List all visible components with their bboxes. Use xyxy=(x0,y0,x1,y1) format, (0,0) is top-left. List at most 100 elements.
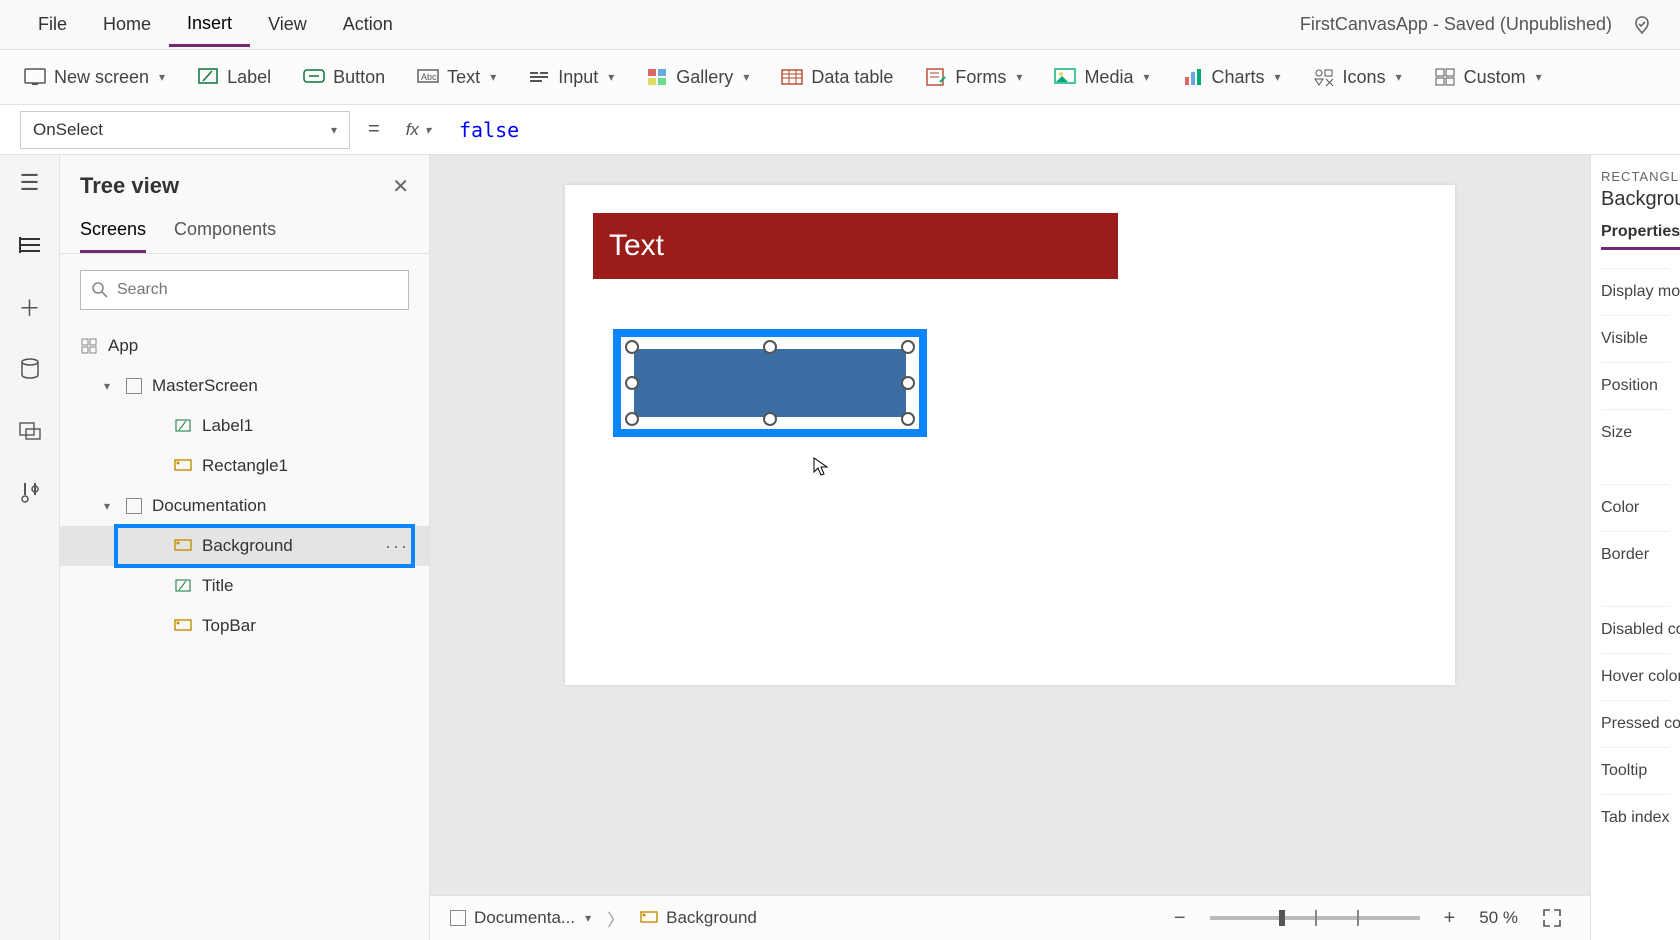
menu-file[interactable]: File xyxy=(20,4,85,45)
menu-home[interactable]: Home xyxy=(85,4,169,45)
fullscreen-icon[interactable] xyxy=(1534,908,1570,928)
tree-search-input[interactable] xyxy=(117,281,398,299)
tab-components[interactable]: Components xyxy=(174,211,276,253)
zoom-thumb[interactable] xyxy=(1279,910,1285,926)
search-icon xyxy=(91,281,109,299)
chevron-down-icon: ▾ xyxy=(425,123,431,137)
gallery-icon xyxy=(646,66,668,88)
tree-view-icon[interactable] xyxy=(12,227,48,263)
app-checker-icon[interactable] xyxy=(1624,7,1660,43)
left-rail: ☰ ＋ xyxy=(0,155,60,940)
resize-handle[interactable] xyxy=(625,340,639,354)
prop-border[interactable]: Border xyxy=(1601,531,1670,578)
prop-color[interactable]: Color xyxy=(1601,484,1670,531)
control-name-label[interactable]: Backgroun xyxy=(1601,188,1670,211)
label-icon xyxy=(197,66,219,88)
ribbon-custom[interactable]: Custom ▾ xyxy=(1430,60,1546,94)
prop-size[interactable]: Size xyxy=(1601,409,1670,456)
resize-handle[interactable] xyxy=(901,412,915,426)
canvas[interactable]: Text xyxy=(565,185,1455,685)
ribbon-media[interactable]: Media ▾ xyxy=(1050,60,1153,94)
resize-handle[interactable] xyxy=(763,340,777,354)
equals-sign: = xyxy=(362,118,386,141)
tab-screens[interactable]: Screens xyxy=(80,211,146,253)
chevron-down-icon: ▾ xyxy=(1275,70,1281,84)
fx-button[interactable]: fx ▾ xyxy=(398,120,439,140)
chevron-down-icon[interactable]: ▾ xyxy=(585,911,591,925)
ribbon-charts[interactable]: Charts ▾ xyxy=(1178,60,1285,94)
chevron-down-icon[interactable]: ▾ xyxy=(104,379,116,393)
tree-node-title[interactable]: Title xyxy=(60,566,429,606)
canvas-selected-rectangle[interactable] xyxy=(613,329,927,437)
ribbon-input-label: Input xyxy=(558,67,598,88)
prop-disabled-color[interactable]: Disabled co xyxy=(1601,606,1670,653)
tree-node-masterscreen[interactable]: ▾ MasterScreen xyxy=(60,366,429,406)
app-title: FirstCanvasApp - Saved (Unpublished) xyxy=(1300,14,1612,35)
canvas-area: Text xyxy=(430,155,1590,940)
chevron-down-icon: ▾ xyxy=(608,70,614,84)
rectangle-icon xyxy=(640,911,658,925)
ribbon: New screen ▾ Label Button Abc Text ▾ Inp… xyxy=(0,50,1680,105)
canvas-topbar-control[interactable]: Text xyxy=(593,213,1118,279)
tree-nodes: App ▾ MasterScreen Label1 Rectangle1 ▾ D… xyxy=(60,322,429,940)
resize-handle[interactable] xyxy=(901,340,915,354)
prop-display-mode[interactable]: Display mod xyxy=(1601,268,1670,315)
resize-handle[interactable] xyxy=(625,412,639,426)
zoom-slider[interactable] xyxy=(1210,916,1420,920)
zoom-in-button[interactable]: + xyxy=(1436,907,1464,930)
menu-view[interactable]: View xyxy=(250,4,325,45)
ribbon-label[interactable]: Label xyxy=(193,60,275,94)
tab-properties[interactable]: Properties xyxy=(1601,223,1680,250)
ribbon-new-screen[interactable]: New screen ▾ xyxy=(20,60,169,94)
tools-icon[interactable] xyxy=(12,475,48,511)
ribbon-button[interactable]: Button xyxy=(299,60,389,94)
ribbon-datatable[interactable]: Data table xyxy=(777,60,897,94)
rectangle-icon xyxy=(174,617,192,635)
tree-title: Tree view xyxy=(80,173,179,199)
formula-input[interactable]: false xyxy=(451,112,1660,148)
breadcrumb-screen[interactable]: Documenta... ▾ xyxy=(450,908,591,928)
tree-node-documentation[interactable]: ▾ Documentation xyxy=(60,486,429,526)
data-icon[interactable] xyxy=(12,351,48,387)
chevron-down-icon[interactable]: ▾ xyxy=(104,499,116,513)
resize-handle[interactable] xyxy=(625,376,639,390)
menu-insert[interactable]: Insert xyxy=(169,3,250,47)
resize-handle[interactable] xyxy=(763,412,777,426)
add-icon[interactable]: ＋ xyxy=(12,289,48,325)
tree-search[interactable] xyxy=(80,270,409,310)
resize-handle[interactable] xyxy=(901,376,915,390)
ribbon-forms[interactable]: Forms ▾ xyxy=(921,60,1026,94)
menu-action[interactable]: Action xyxy=(325,4,411,45)
ribbon-icons[interactable]: Icons ▾ xyxy=(1309,60,1406,94)
tree-node-background[interactable]: Background ··· xyxy=(60,526,429,566)
prop-visible[interactable]: Visible xyxy=(1601,315,1670,362)
tree-node-rectangle1[interactable]: Rectangle1 xyxy=(60,446,429,486)
prop-pressed-color[interactable]: Pressed col xyxy=(1601,700,1670,747)
tree-node-label1[interactable]: Label1 xyxy=(60,406,429,446)
ribbon-input[interactable]: Input ▾ xyxy=(524,60,618,94)
more-icon[interactable]: ··· xyxy=(385,536,409,557)
prop-tab-index[interactable]: Tab index xyxy=(1601,794,1670,841)
zoom-out-button[interactable]: − xyxy=(1166,907,1194,930)
media-panel-icon[interactable] xyxy=(12,413,48,449)
ribbon-gallery-label: Gallery xyxy=(676,67,733,88)
ribbon-gallery[interactable]: Gallery ▾ xyxy=(642,60,753,94)
prop-position[interactable]: Position xyxy=(1601,362,1670,409)
property-selector[interactable]: OnSelect ▾ xyxy=(20,111,350,149)
breadcrumb-separator: 〉 xyxy=(607,906,624,931)
control-type-label: RECTANGLE xyxy=(1601,169,1670,184)
prop-hover-color[interactable]: Hover color xyxy=(1601,653,1670,700)
close-icon[interactable]: ✕ xyxy=(392,174,409,199)
breadcrumb-control[interactable]: Background xyxy=(640,908,757,928)
tree-node-app[interactable]: App xyxy=(60,326,429,366)
chevron-down-icon: ▾ xyxy=(1396,70,1402,84)
hamburger-icon[interactable]: ☰ xyxy=(12,165,48,201)
zoom-value: 50 % xyxy=(1479,908,1518,928)
ribbon-forms-label: Forms xyxy=(955,67,1006,88)
ribbon-button-label: Button xyxy=(333,67,385,88)
chevron-down-icon: ▾ xyxy=(743,70,749,84)
tree-node-topbar[interactable]: TopBar xyxy=(60,606,429,646)
ribbon-text[interactable]: Abc Text ▾ xyxy=(413,60,500,94)
prop-tooltip[interactable]: Tooltip xyxy=(1601,747,1670,794)
chevron-down-icon: ▾ xyxy=(1536,70,1542,84)
